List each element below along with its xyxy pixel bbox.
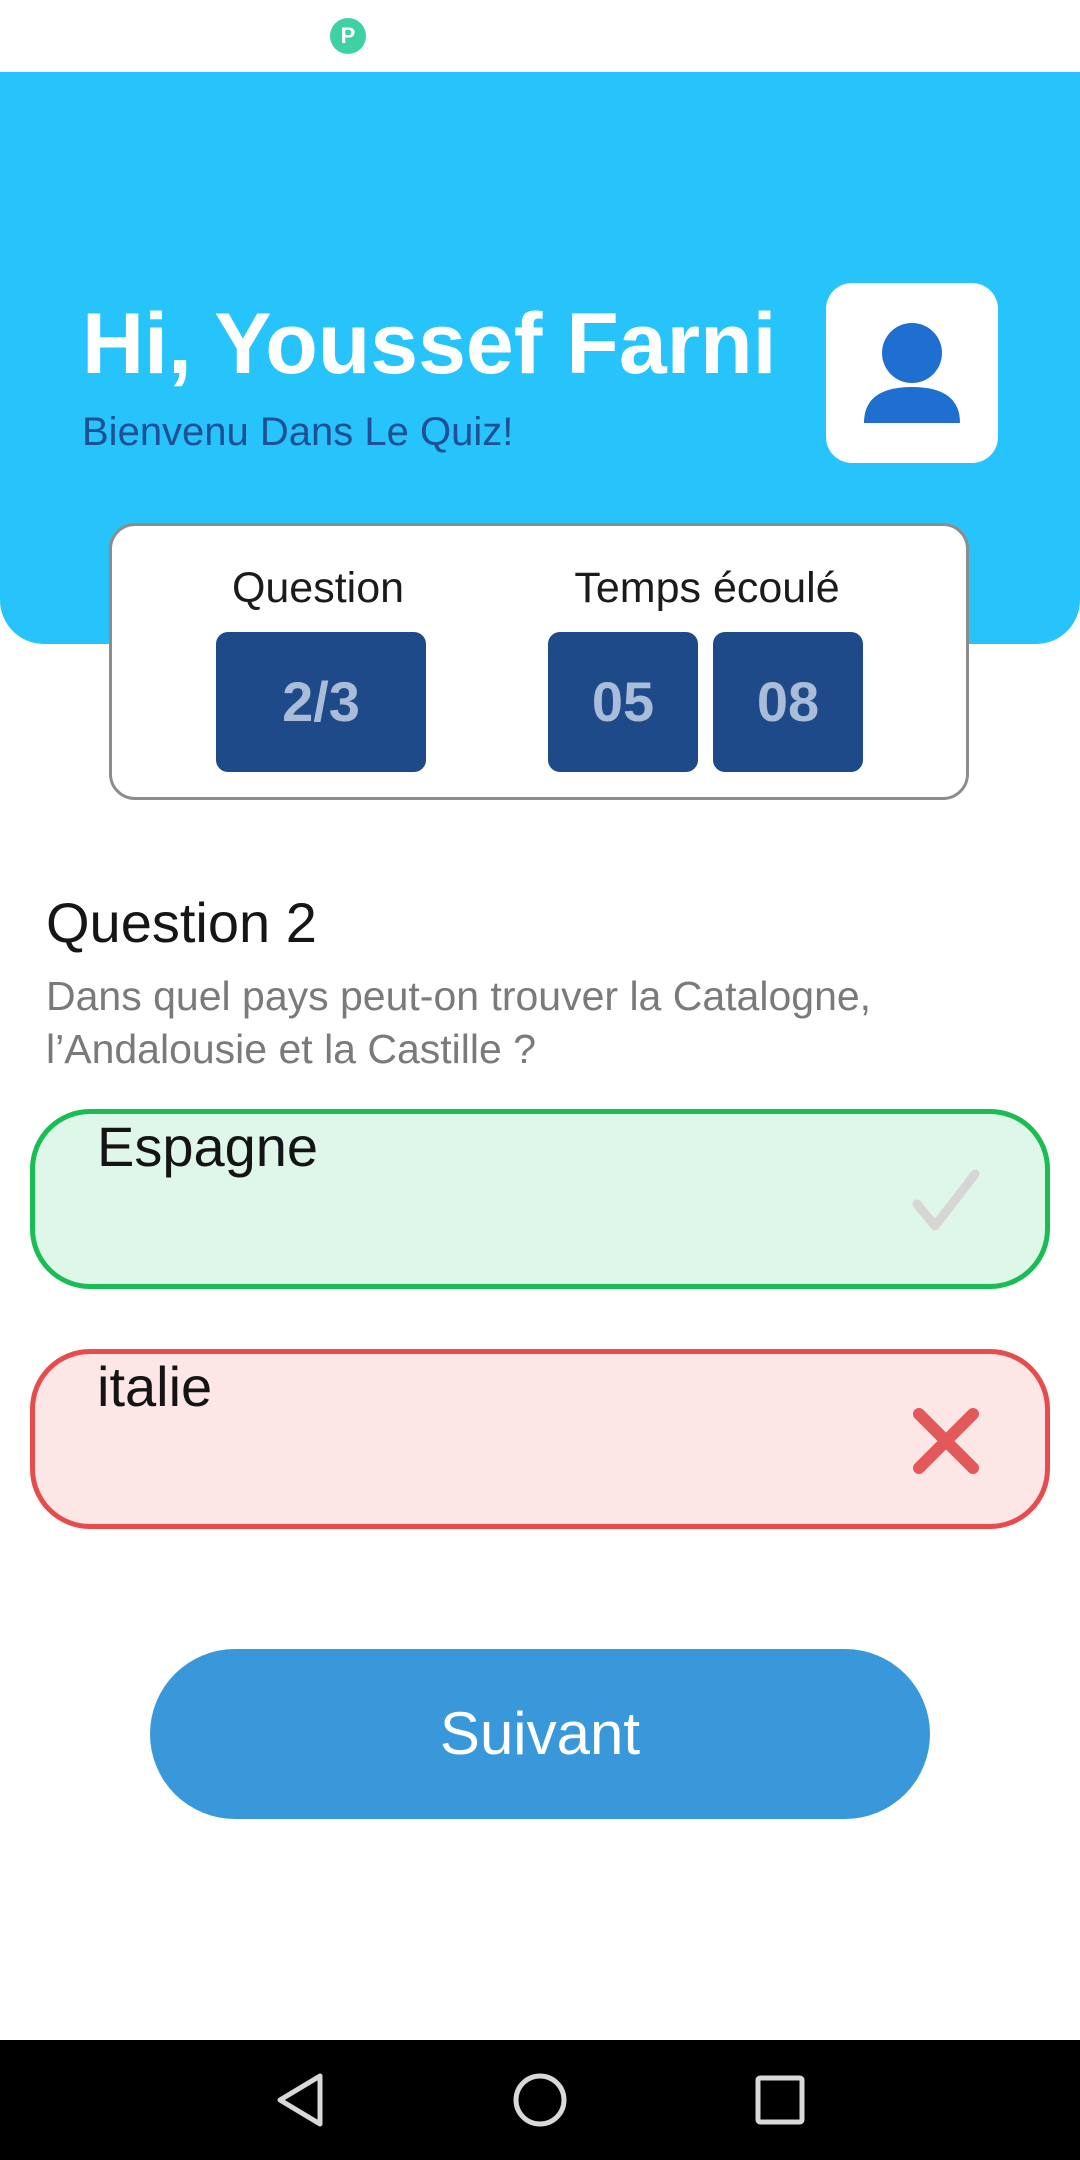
- parking-app-icon: P: [330, 18, 366, 54]
- answer-label: Espagne: [97, 1115, 319, 1178]
- answer-label: italie: [97, 1355, 213, 1418]
- quiz-screen: P Hi, Youssef Farni Bienvenu Dans Le Qui…: [0, 0, 1080, 2160]
- answer-option-wrong[interactable]: italie: [30, 1349, 1050, 1529]
- cross-icon: [913, 1408, 979, 1474]
- next-button[interactable]: Suivant: [150, 1649, 930, 1819]
- time-seconds: 08: [713, 632, 863, 772]
- welcome-subtitle: Bienvenu Dans Le Quiz!: [82, 410, 514, 454]
- home-icon[interactable]: [500, 2060, 580, 2140]
- question-title: Question 2: [46, 891, 317, 954]
- system-nav-bar: [0, 2040, 1080, 2160]
- time-label: Temps écoulé: [574, 564, 840, 612]
- stats-card: Question 2/3 Temps écoulé 05 08: [109, 523, 969, 800]
- greeting-title: Hi, Youssef Farni: [82, 296, 777, 392]
- back-icon[interactable]: [260, 2060, 340, 2140]
- check-icon: [912, 1169, 980, 1231]
- question-text: Dans quel pays peut-on trouver la Catalo…: [46, 973, 872, 1072]
- recents-icon[interactable]: [740, 2060, 820, 2140]
- question-progress: 2/3: [216, 632, 426, 772]
- avatar[interactable]: [826, 283, 998, 463]
- user-silhouette-icon: [864, 323, 960, 423]
- question-label: Question: [231, 564, 405, 612]
- status-bar: P: [0, 0, 1080, 72]
- answer-option-correct[interactable]: Espagne: [30, 1109, 1050, 1289]
- time-minutes: 05: [548, 632, 698, 772]
